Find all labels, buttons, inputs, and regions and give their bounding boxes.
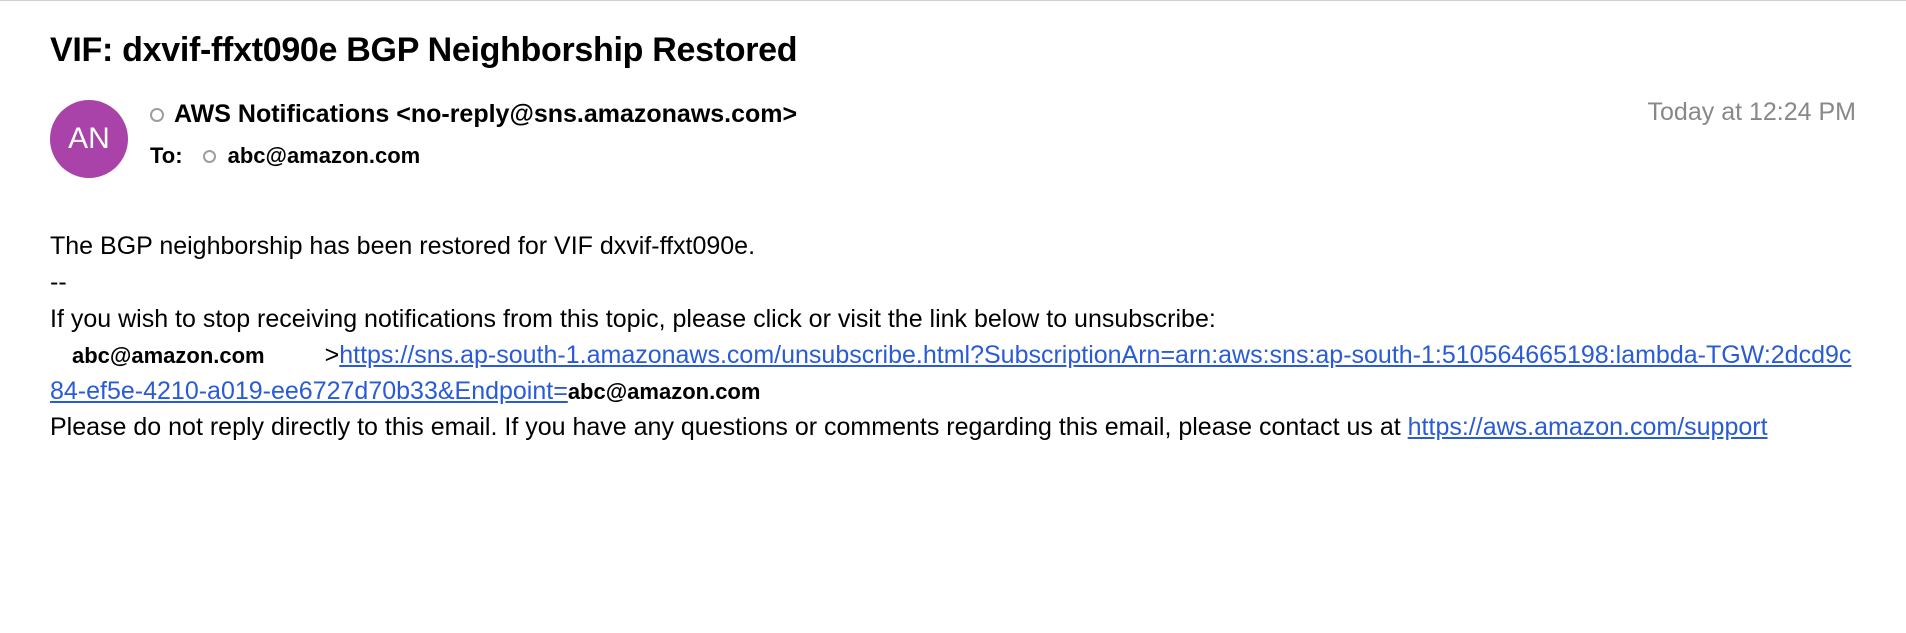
from-address: AWS Notifications <no-reply@sns.amazonaw…: [174, 100, 797, 129]
unsubscribe-intro: If you wish to stop receiving notificati…: [50, 301, 1856, 337]
email-body: The BGP neighborship has been restored f…: [50, 228, 1856, 446]
footer-text: Please do not reply directly to this ema…: [50, 413, 1408, 441]
email-meta: AWS Notifications <no-reply@sns.amazonaw…: [150, 98, 1856, 169]
unsub-email: abc@amazon.com: [50, 340, 325, 372]
body-line-main: The BGP neighborship has been restored f…: [50, 228, 1856, 264]
status-dot-icon: [150, 108, 164, 122]
avatar: AN: [50, 100, 128, 178]
status-dot-icon: [203, 150, 216, 163]
footer-line: Please do not reply directly to this ema…: [50, 409, 1856, 445]
to-label: To:: [150, 143, 183, 169]
email-container: VIF: dxvif-ffxt090e BGP Neighborship Res…: [0, 1, 1906, 496]
endpoint-email: abc@amazon.com: [568, 379, 761, 404]
email-subject: VIF: dxvif-ffxt090e BGP Neighborship Res…: [50, 31, 1856, 70]
unsubscribe-link-row: abc@amazon.com>https://sns.ap-south-1.am…: [50, 337, 1856, 410]
to-line: To: abc@amazon.com: [150, 143, 1856, 169]
from-line: AWS Notifications <no-reply@sns.amazonaw…: [150, 100, 1856, 129]
email-header: AN AWS Notifications <no-reply@sns.amazo…: [50, 98, 1856, 178]
body-dashes: --: [50, 264, 1856, 300]
to-address: abc@amazon.com: [228, 143, 421, 169]
to-address-wrap: abc@amazon.com: [203, 143, 421, 169]
gt-symbol: >: [325, 341, 340, 369]
support-link[interactable]: https://aws.amazon.com/support: [1408, 413, 1768, 441]
timestamp: Today at 12:24 PM: [1648, 98, 1856, 127]
